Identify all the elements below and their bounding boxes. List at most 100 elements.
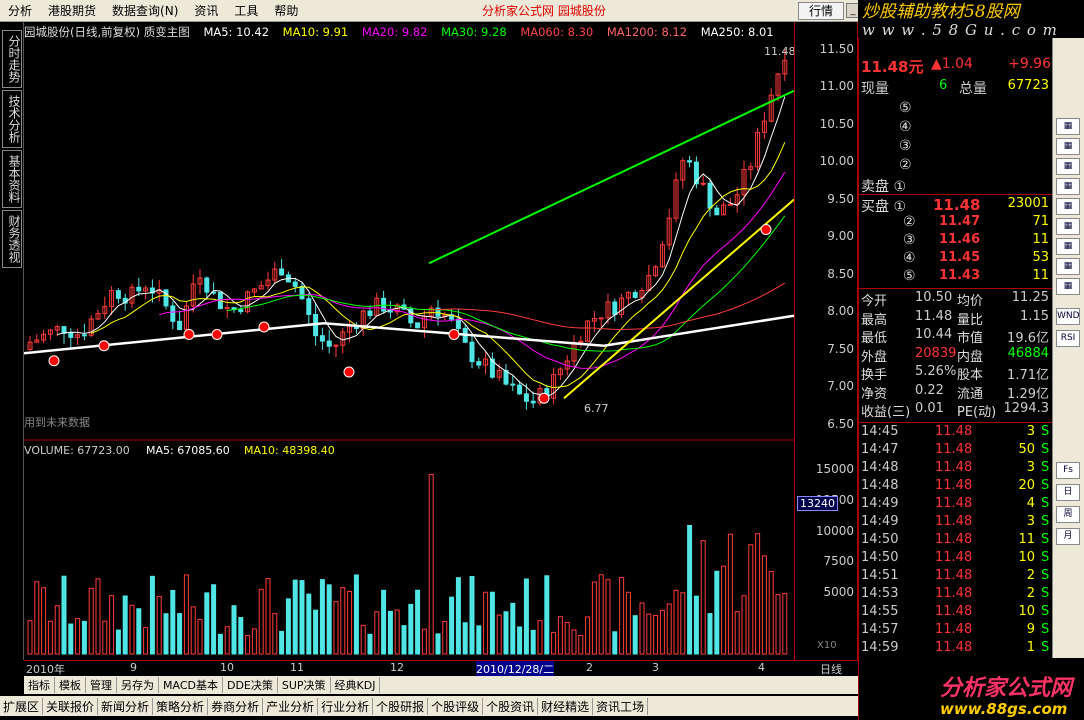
- trend-line-yellow: [563, 198, 794, 400]
- bottom-tab[interactable]: 扩展区: [0, 697, 44, 715]
- tool-button[interactable]: RSI: [1056, 330, 1080, 347]
- tick-time: 14:49: [861, 496, 899, 511]
- tool-button[interactable]: 月: [1056, 528, 1080, 545]
- bottom-tab[interactable]: 策略分析: [153, 697, 209, 715]
- volume-bar: [469, 576, 475, 655]
- indicator-tab[interactable]: 经典KDJ: [331, 677, 381, 693]
- candle-body: [476, 361, 482, 366]
- volume-bar: [149, 575, 155, 655]
- volume-bar: [659, 609, 665, 655]
- volume-bar: [680, 592, 686, 655]
- indicator-tabs: 指标 模板 管理 另存为 MACD基本 DDE决策 SUP决策 经典KDJ: [24, 676, 858, 694]
- candle-body: [727, 203, 733, 206]
- stat-label: 今开: [861, 294, 888, 309]
- candle-body: [415, 322, 421, 329]
- menu-item-analysis[interactable]: 分析: [0, 2, 40, 19]
- menu-item-help[interactable]: 帮助: [266, 2, 306, 19]
- tick-price: 11.48: [935, 586, 973, 601]
- tick-volume: 3: [1026, 424, 1035, 439]
- volume-bar: [693, 595, 699, 655]
- tab-fundamentals[interactable]: 基本资料: [2, 150, 22, 208]
- tool-icon[interactable]: ▦: [1056, 138, 1080, 155]
- indicator-tab[interactable]: 指标: [24, 677, 55, 693]
- tab-intraday[interactable]: 分时走势: [2, 30, 22, 88]
- sell-level: ③: [899, 138, 912, 154]
- tool-strip: ▦ ▦ ▦ ▦ ▦ ▦ ▦ ▦ ▦ WND RSI Fs 日周月: [1052, 38, 1084, 658]
- volume-bar: [435, 633, 441, 655]
- vol-ma10: MA10: 48398.40: [244, 444, 335, 457]
- indicator-tab[interactable]: SUP决策: [278, 677, 331, 693]
- bottom-tab[interactable]: 财经精选: [538, 697, 594, 715]
- menu-item-data-query[interactable]: 数据查询(N): [104, 2, 186, 19]
- candle-body: [279, 268, 285, 276]
- stat-value: 0.01: [915, 401, 944, 416]
- volume-bar: [598, 574, 604, 655]
- bottom-tab[interactable]: 个股评级: [428, 697, 484, 715]
- price-tick: 7.00: [827, 379, 854, 393]
- bottom-tab[interactable]: 个股资讯: [483, 697, 539, 715]
- bottom-tab[interactable]: 产业分析: [263, 697, 319, 715]
- bottom-tab[interactable]: 关联报价: [43, 697, 99, 715]
- sell-level: ②: [899, 157, 912, 173]
- candle-body: [81, 334, 87, 337]
- brand-url: w w w . 5 8 G u . c o m: [862, 21, 1058, 39]
- bottom-tab[interactable]: 资讯工场: [593, 697, 649, 715]
- tick-time: 14:53: [861, 586, 899, 601]
- stat-label: 最高: [861, 312, 888, 328]
- volume-bar: [605, 579, 611, 655]
- tool-button[interactable]: 周: [1056, 506, 1080, 523]
- tool-icon[interactable]: ▦: [1056, 178, 1080, 195]
- candle-body: [204, 277, 210, 293]
- tool-button[interactable]: Fs: [1056, 462, 1080, 479]
- kline-chart[interactable]: 11.48 6.77 用到未来数据 VOLUME: 67723.00 MA5: …: [24, 22, 794, 660]
- bottom-tab[interactable]: 新闻分析: [98, 697, 154, 715]
- tick-row: 14:50 11.48 11 S: [859, 532, 1053, 550]
- menu-item-news[interactable]: 资讯: [186, 2, 226, 19]
- candle-body: [177, 320, 183, 331]
- tool-button[interactable]: 日: [1056, 484, 1080, 501]
- price-row: 11.48元 ▲1.04 +9.96: [859, 56, 1053, 76]
- volume-bar: [88, 587, 94, 655]
- volume-bar: [727, 533, 733, 655]
- buy-row: 买盘 ① 11.48 23001: [859, 196, 1053, 215]
- indicator-tab[interactable]: 模板: [55, 677, 86, 693]
- tool-icon[interactable]: ▦: [1056, 118, 1080, 135]
- tool-button[interactable]: WND: [1056, 308, 1080, 325]
- stat-value: 1.29亿: [1007, 386, 1049, 402]
- volume-bar: [585, 616, 591, 655]
- candle-body: [387, 310, 393, 313]
- indicator-tab[interactable]: 管理: [86, 677, 117, 693]
- bottom-tab[interactable]: 行业分析: [318, 697, 374, 715]
- menu-item-hk-futures[interactable]: 港股期货: [40, 2, 104, 19]
- volume-bar: [197, 618, 203, 655]
- price-tick: 8.50: [827, 266, 854, 281]
- tick-row: 14:55 11.48 10 S: [859, 604, 1053, 622]
- volume-bar: [163, 613, 169, 655]
- tool-icon[interactable]: ▦: [1056, 238, 1080, 255]
- tab-technical[interactable]: 技术分析: [2, 90, 22, 148]
- chart-area[interactable]: 园城股份(日线,前复权) 质变主图 MA5: 10.42 MA10: 9.91 …: [24, 22, 858, 660]
- volume-tick: 15000: [815, 462, 854, 477]
- bottom-tab[interactable]: 个股研报: [373, 697, 429, 715]
- volume-bar: [374, 611, 380, 655]
- volume-bar: [510, 602, 516, 655]
- tab-financials[interactable]: 财务透视: [2, 210, 22, 268]
- volume-bar: [333, 601, 339, 655]
- tick-volume: 20: [1018, 478, 1035, 493]
- tick-row: 14:47 11.48 50 S: [859, 442, 1053, 460]
- volume-bar: [381, 589, 387, 655]
- tool-icon[interactable]: ▦: [1056, 158, 1080, 175]
- tool-icon[interactable]: ▦: [1056, 198, 1080, 215]
- tool-icon[interactable]: ▦: [1056, 218, 1080, 235]
- menu-item-tools[interactable]: 工具: [226, 2, 266, 19]
- tool-icon[interactable]: ▦: [1056, 258, 1080, 275]
- quote-button[interactable]: 行情: [798, 2, 844, 20]
- tool-icon[interactable]: ▦: [1056, 278, 1080, 295]
- indicator-tab[interactable]: 另存为: [117, 677, 159, 693]
- candle-body: [170, 305, 176, 322]
- bottom-tab[interactable]: 券商分析: [208, 697, 264, 715]
- indicator-tab[interactable]: MACD基本: [159, 677, 223, 693]
- xianliang-value: 6: [939, 78, 948, 93]
- indicator-tab[interactable]: DDE决策: [223, 677, 278, 693]
- tick-time: 14:48: [861, 460, 899, 475]
